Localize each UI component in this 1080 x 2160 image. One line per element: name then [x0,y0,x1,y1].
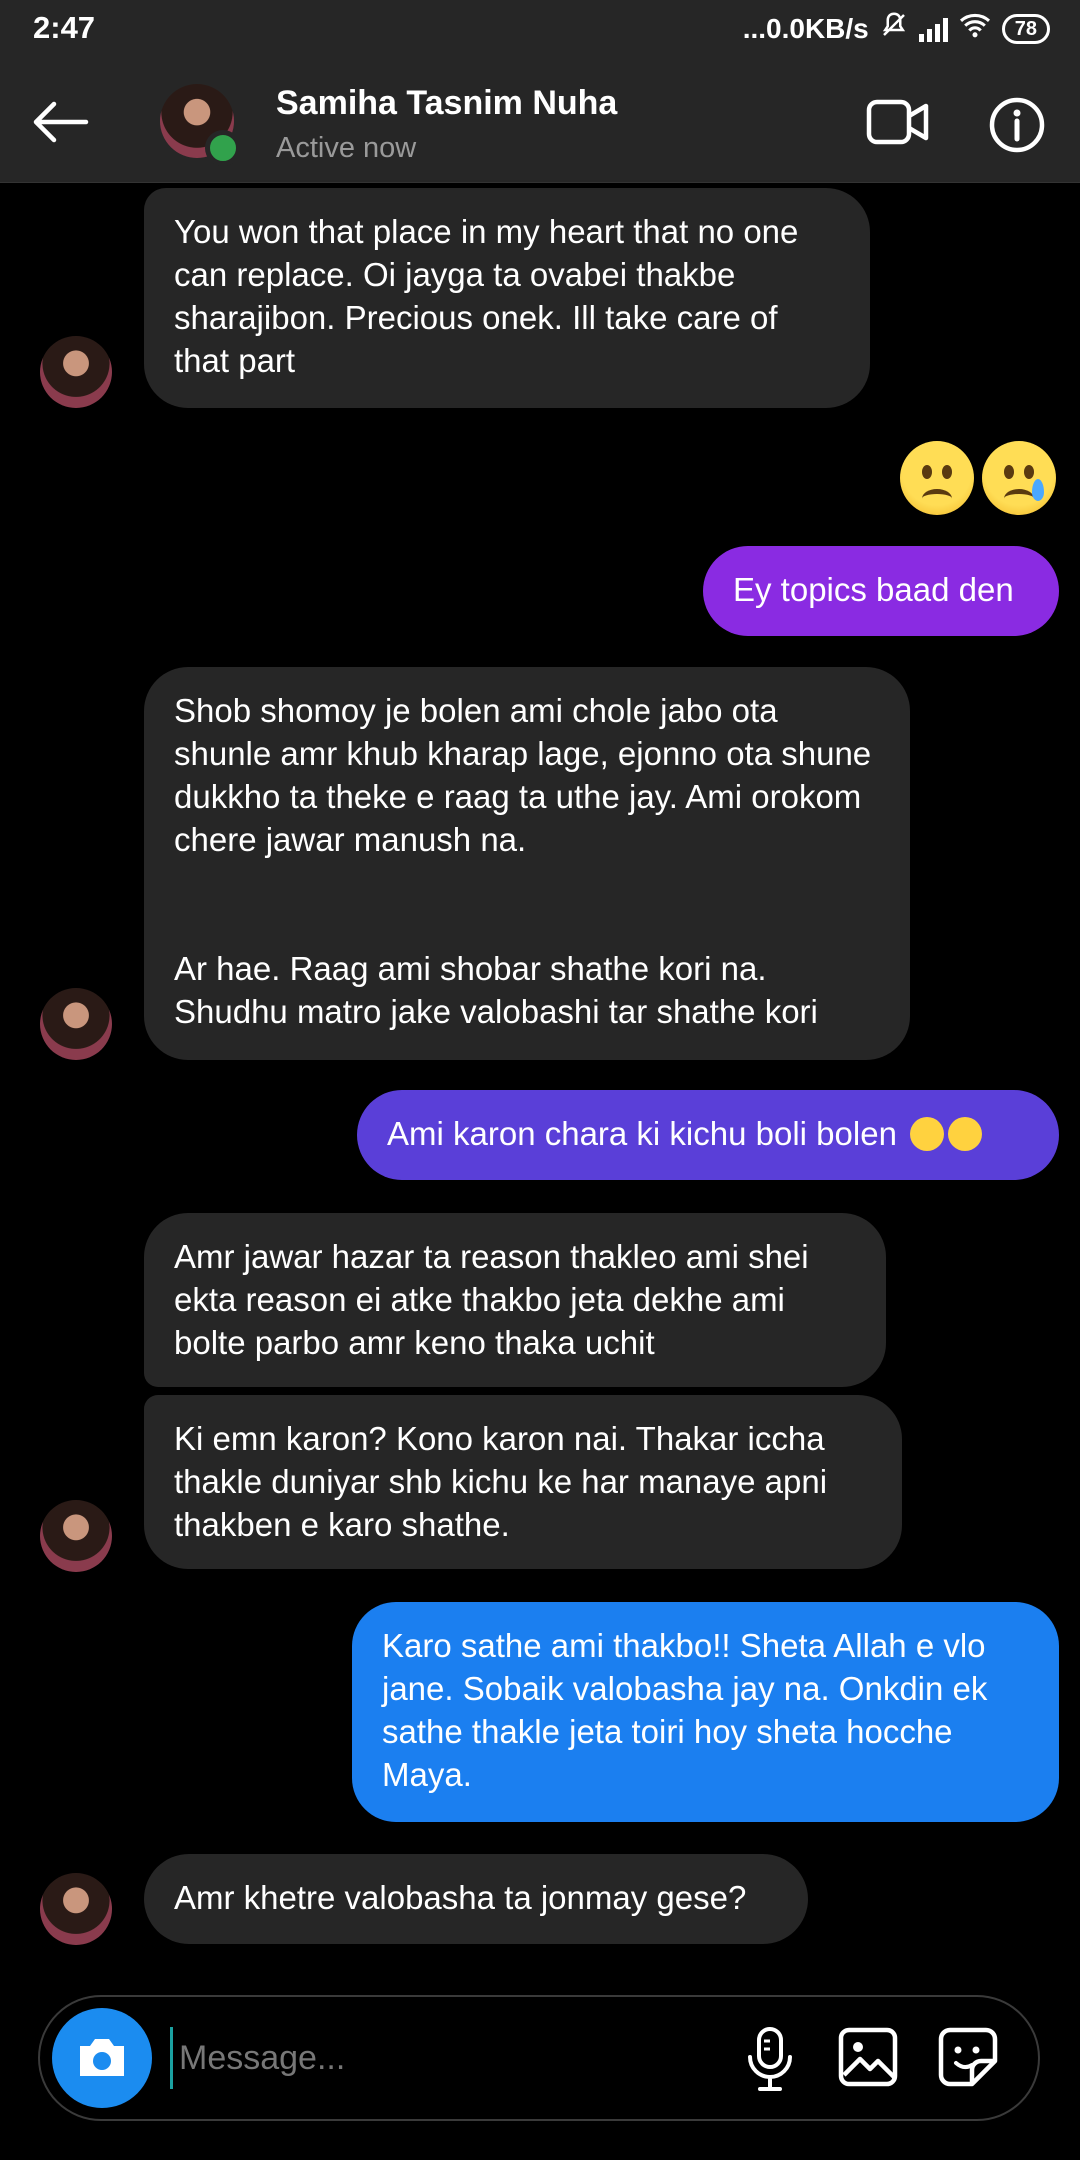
sender-avatar [40,336,112,408]
message-text: Amr jawar hazar ta reason thakleo ami sh… [174,1238,809,1361]
message-text: Amr khetre valobasha ta jonmay gese? [174,1879,747,1916]
worried-face-emoji [910,1117,945,1151]
message-text: Ey topics baad den [733,571,1014,608]
status-time: 2:47 [33,10,96,45]
sender-avatar [40,1500,112,1572]
gallery-icon[interactable] [836,2025,900,2089]
back-arrow-icon[interactable] [28,90,92,154]
message-bubble-received[interactable]: You won that place in my heart that no o… [144,188,870,408]
worried-face-emoji[interactable] [900,441,974,515]
microphone-icon[interactable] [740,2023,800,2093]
online-indicator [205,130,241,166]
battery-icon: 78 [1001,13,1050,44]
message-bubble-sent[interactable]: Ey topics baad den [703,546,1059,636]
chat-header: Samiha Tasnim Nuha Active now [0,60,1080,183]
message-bubble-received[interactable]: Amr jawar hazar ta reason thakleo ami sh… [144,1213,886,1387]
video-call-icon[interactable] [866,96,930,148]
status-bar: 2:47 ...0.0KB/s 78 [0,0,1080,60]
info-icon[interactable] [988,96,1046,154]
message-bubble-sent[interactable]: Ami karon chara ki kichu boli bolen [357,1090,1059,1180]
message-text: Karo sathe ami thakbo!! Sheta Allah e vl… [382,1627,988,1793]
signal-icon [918,16,948,42]
message-text: Ami karon chara ki kichu boli bolen [387,1115,897,1152]
message-text: Ki emn karon? Kono karon nai. Thakar icc… [174,1420,828,1543]
contact-status: Active now [276,132,417,164]
message-bubble-sent[interactable]: Karo sathe ami thakbo!! Sheta Allah e vl… [352,1602,1059,1822]
camera-button[interactable] [52,2008,152,2108]
sticker-icon[interactable] [936,2025,1000,2089]
camera-icon [80,2039,124,2076]
message-text: Ar hae. Raag ami shobar shathe kori na. … [174,950,818,1030]
crying-face-emoji[interactable] [982,441,1056,515]
mute-icon [879,10,909,47]
network-speed: ...0.0KB/s [742,12,869,44]
crying-face-emoji [948,1117,983,1151]
message-bubble-received[interactable]: Ki emn karon? Kono karon nai. Thakar icc… [144,1395,902,1569]
wifi-icon [958,11,992,46]
message-input[interactable] [170,2027,741,2089]
message-text: You won that place in my heart that no o… [174,213,799,379]
contact-name[interactable]: Samiha Tasnim Nuha [276,84,617,123]
message-text: Shob shomoy je bolen ami chole jabo ota … [174,692,872,858]
message-composer [38,1995,1040,2121]
sender-avatar [40,1873,112,1945]
sender-avatar [40,988,112,1060]
message-bubble-received[interactable]: Amr khetre valobasha ta jonmay gese? [144,1854,808,1944]
message-bubble-received[interactable]: Shob shomoy je bolen ami chole jabo ota … [144,667,910,1060]
